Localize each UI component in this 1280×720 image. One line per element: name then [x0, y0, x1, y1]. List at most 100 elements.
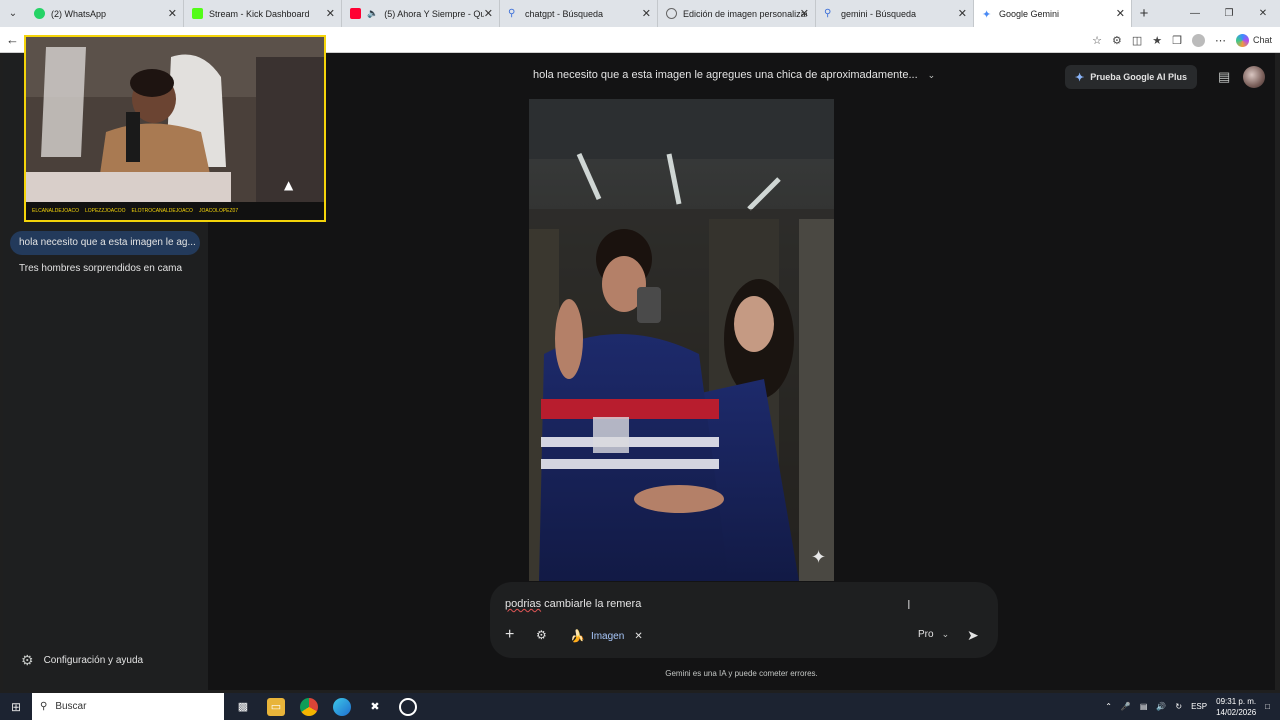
youtube-icon [350, 8, 361, 19]
model-selector[interactable]: Pro ⌄ [918, 629, 949, 640]
generated-image[interactable]: ✦ [529, 99, 834, 581]
model-label: Pro [918, 629, 934, 640]
windows-start-icon[interactable]: ⊞ [0, 700, 32, 714]
taskbar-apps: ▩ ▭ ✖ [234, 697, 417, 716]
gemini-icon: ✦ [982, 9, 992, 21]
copilot-icon [1235, 33, 1249, 47]
chat-item-active[interactable]: hola necesito que a esta imagen le ag... [10, 231, 200, 255]
minimize-icon[interactable]: — [1178, 0, 1212, 27]
file-explorer-icon[interactable]: ▭ [267, 697, 285, 716]
chat-item[interactable]: Tres hombres sorprendidos en cama [10, 257, 200, 281]
close-window-icon[interactable]: ✕ [1246, 0, 1280, 27]
tab-image-edit[interactable]: Edición de imagen personalizada ✕ [658, 0, 816, 27]
tab-menu-chevron-icon[interactable]: ⌄ [0, 0, 26, 27]
close-icon[interactable]: ✕ [326, 7, 335, 20]
tab-kick[interactable]: Stream - Kick Dashboard ✕ [184, 0, 342, 27]
back-arrow-icon[interactable]: ← [6, 32, 19, 47]
chevron-down-icon: ⌄ [941, 629, 950, 639]
maximize-icon[interactable]: ❐ [1212, 0, 1246, 27]
sync-icon[interactable]: ↻ [1175, 702, 1182, 711]
tab-strip: ⌄ (2) WhatsApp ✕ Stream - Kick Dashboard… [0, 0, 1280, 27]
prompt-composer[interactable]: podrias cambiarle la remera I + ⚙ 🍌 Imag… [490, 582, 998, 658]
webcam-overlay: ▲ ELCANALDEJOACO LOPEZZJOACOO ELOTROCANA… [24, 35, 326, 222]
tab-label: chatgpt - Búsqueda [525, 8, 604, 19]
favorites-icon[interactable]: ★ [1152, 34, 1162, 47]
tab-google-gemini[interactable]: ✦ Google Gemini ✕ [974, 0, 1132, 27]
close-icon[interactable]: ✕ [800, 7, 809, 20]
volume-icon[interactable]: 🔊 [1156, 702, 1166, 711]
settings-help-button[interactable]: ⚙ Configuración y ayuda [21, 652, 143, 669]
copilot-label: Chat [1252, 35, 1272, 45]
obs-icon[interactable] [399, 697, 417, 716]
taskbar-search[interactable]: ⚲ Buscar [32, 693, 224, 720]
close-icon[interactable]: ✕ [642, 7, 651, 20]
prompt-input[interactable]: podrias cambiarle la remera [505, 598, 641, 610]
remove-chip-icon[interactable]: ✕ [634, 631, 642, 642]
toolbar-icons: ☆ ⚙ ◫ ★ ❒ ⋯ Chat [1092, 27, 1272, 53]
settings-label: Configuración y ayuda [43, 655, 144, 666]
handle: JOACOLOPEZ07 [198, 208, 239, 214]
task-view-icon[interactable]: ▩ [234, 698, 252, 716]
tab-gemini-search[interactable]: ⚲ gemini - Búsqueda ✕ [816, 0, 974, 27]
new-tab-button[interactable]: + [1132, 5, 1156, 22]
close-icon[interactable]: ✕ [483, 7, 493, 20]
globe-icon [666, 8, 677, 19]
chat-item-label: hola necesito que a esta imagen le ag... [19, 237, 196, 248]
whatsapp-icon [34, 8, 45, 19]
gear-icon: ⚙ [21, 652, 34, 668]
close-icon[interactable]: ✕ [958, 7, 967, 20]
search-icon: ⚲ [40, 701, 48, 712]
chip-label: Imagen [590, 630, 625, 642]
taskbar: ⊞ ⚲ Buscar ▩ ▭ ✖ ⌃ 🎤 ▤ 🔊 ↻ ESP 09:31 p. … [0, 693, 1280, 720]
add-attachment-button[interactable]: + [505, 626, 514, 644]
upgrade-button[interactable]: ✦ Prueba Google AI Plus [1065, 65, 1197, 89]
profile-icon[interactable] [1191, 33, 1205, 47]
clock[interactable]: 09:31 p. m. 14/02/2026 [1216, 696, 1256, 718]
chevron-down-icon: ⌄ [927, 69, 936, 80]
search-icon: ⚲ [508, 8, 516, 19]
capcut-icon[interactable]: ✖ [366, 698, 384, 716]
tab-youtube[interactable]: 🔈 (5) Ahora Y Siempre - Quevedo ✕ [342, 0, 500, 27]
tab-label: (2) WhatsApp [51, 8, 107, 19]
tab-label: gemini - Búsqueda [841, 8, 917, 19]
system-tray: ⌃ 🎤 ▤ 🔊 ↻ ESP 09:31 p. m. 14/02/2026 □ [1105, 693, 1270, 720]
notifications-icon[interactable]: □ [1265, 702, 1270, 711]
social-handles-bar: ELCANALDEJOACO LOPEZZJOACOO ELOTROCANALD… [26, 202, 324, 220]
collections-icon[interactable]: ❒ [1172, 34, 1182, 47]
conversation-title-button[interactable]: hola necesito que a esta imagen le agreg… [533, 69, 935, 81]
network-icon[interactable]: ▤ [1140, 702, 1148, 711]
sparkle-icon: ✦ [1075, 71, 1085, 84]
clock-time: 09:31 p. m. [1216, 696, 1257, 706]
temporary-chat-icon[interactable]: ▤ [1218, 69, 1230, 85]
disclaimer: Gemini es una IA y puede cometer errores… [665, 669, 818, 678]
image-tool-chip[interactable]: 🍌 Imagen ✕ [570, 626, 643, 646]
language-indicator[interactable]: ESP [1191, 702, 1207, 711]
tab-chatgpt-search[interactable]: ⚲ chatgpt - Búsqueda ✕ [500, 0, 658, 27]
favorite-star-icon[interactable]: ☆ [1092, 34, 1102, 47]
search-icon: ⚲ [824, 8, 832, 19]
text-cursor-icon: I [907, 597, 911, 612]
split-screen-icon[interactable]: ◫ [1132, 34, 1142, 47]
close-icon[interactable]: ✕ [168, 7, 177, 20]
kick-icon [192, 8, 203, 19]
avatar[interactable] [1243, 66, 1265, 88]
tab-label: (5) Ahora Y Siempre - Quevedo [384, 8, 491, 19]
tab-whatsapp[interactable]: (2) WhatsApp ✕ [26, 0, 184, 27]
svg-text:▲: ▲ [284, 178, 294, 192]
banana-icon: 🍌 [570, 629, 585, 643]
microphone-icon[interactable]: 🎤 [1121, 702, 1131, 711]
taskbar-search-label: Buscar [55, 701, 87, 712]
prompt-text: cambiarle la remera [541, 598, 642, 610]
svg-text:✦: ✦ [811, 547, 826, 568]
speaker-icon[interactable]: 🔈 [367, 8, 378, 19]
extensions-icon[interactable]: ⚙ [1112, 34, 1122, 47]
close-icon[interactable]: ✕ [1116, 7, 1125, 20]
copilot-button[interactable]: Chat [1235, 33, 1272, 47]
main-panel: hola necesito que a esta imagen le agreg… [208, 53, 1275, 690]
tools-settings-icon[interactable]: ⚙ [536, 628, 547, 642]
edge-icon[interactable] [333, 697, 351, 716]
send-button[interactable]: ➤ [967, 627, 979, 644]
chevron-up-icon[interactable]: ⌃ [1105, 702, 1112, 711]
chrome-icon[interactable] [300, 697, 318, 716]
more-menu-icon[interactable]: ⋯ [1215, 34, 1226, 47]
